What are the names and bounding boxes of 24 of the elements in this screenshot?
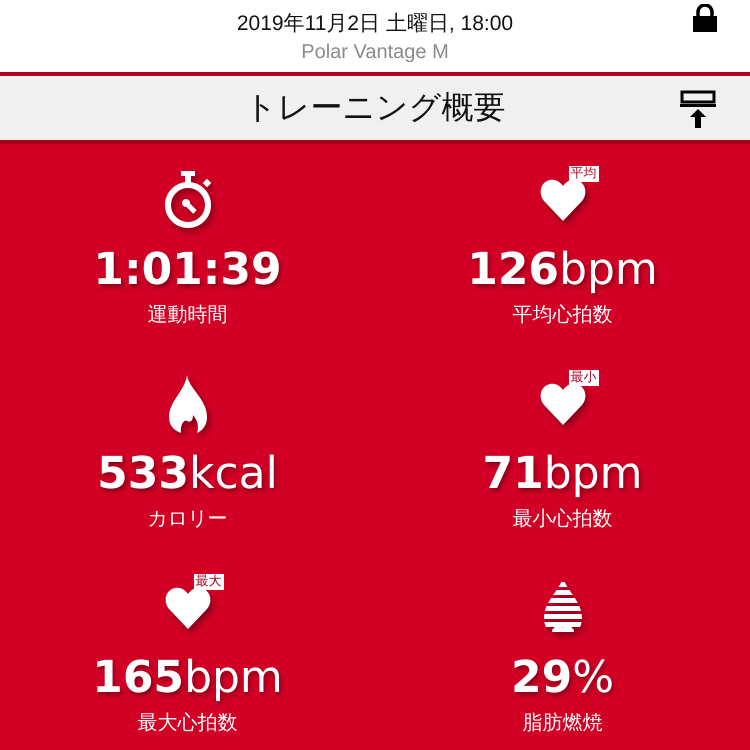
stat-value: 29% <box>510 652 614 703</box>
stat-label: 運動時間 <box>148 301 228 328</box>
flame-icon <box>166 375 208 433</box>
device-name: Polar Vantage M <box>301 40 449 64</box>
stat-value: 1:01:39 <box>93 244 282 295</box>
export-icon[interactable] <box>680 90 716 128</box>
stat-label: 最大心拍数 <box>138 709 238 736</box>
stat-label: 平均心拍数 <box>512 301 612 328</box>
stat-label: カロリー <box>148 505 228 532</box>
page-title: トレーニング概要 <box>244 87 506 128</box>
stat-value: 71bpm <box>482 448 642 499</box>
stat-badge: 最小 <box>568 370 598 386</box>
stat-value: 126bpm <box>467 244 658 295</box>
heart-icon <box>164 587 210 629</box>
stat-label: 最小心拍数 <box>512 505 612 532</box>
stat-value: 533kcal <box>97 448 278 499</box>
stat-badge: 平均 <box>568 166 598 182</box>
workout-datetime: 2019年11月2日 土曜日, 18:00 <box>236 10 514 36</box>
stat-label: 脂肪燃焼 <box>522 709 602 736</box>
stat-badge: 最大 <box>194 574 224 590</box>
lock-icon[interactable] <box>692 4 718 32</box>
heart-icon <box>540 383 586 425</box>
stat-value: 165bpm <box>92 652 283 703</box>
heart-icon <box>540 179 586 221</box>
